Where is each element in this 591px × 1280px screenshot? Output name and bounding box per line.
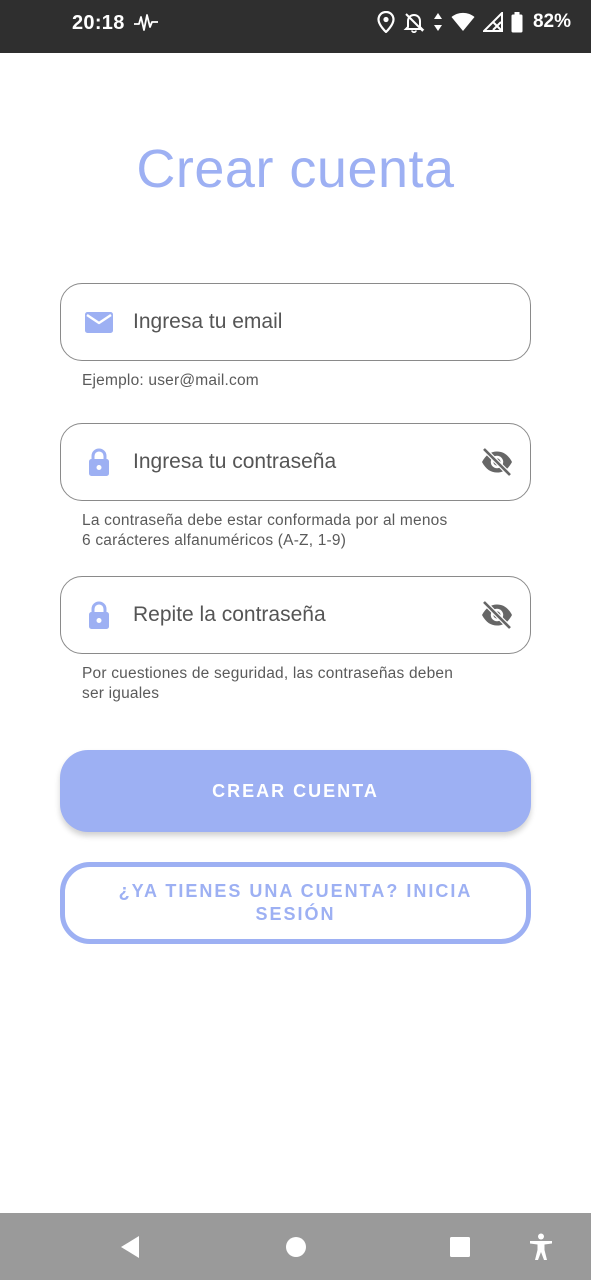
battery-icon [511, 11, 523, 32]
email-input[interactable] [133, 284, 463, 360]
recents-icon[interactable] [449, 1236, 471, 1258]
repeat-password-helper-text: Por cuestiones de seguridad, las contras… [82, 664, 522, 704]
login-label-line-2: SESIÓN [255, 904, 336, 924]
data-arrows-icon [433, 13, 442, 31]
status-bar: 20:18 82% [0, 0, 591, 53]
page-title: Crear cuenta [136, 139, 455, 199]
password-input[interactable] [133, 424, 463, 500]
accessibility-icon[interactable] [528, 1233, 554, 1261]
visibility-off-icon[interactable] [480, 445, 514, 479]
repeat-password-helper-line-2: ser iguales [82, 685, 160, 702]
signal-off-icon [482, 12, 503, 32]
notifications-off-icon [403, 13, 425, 33]
repeat-password-field[interactable] [60, 576, 531, 654]
wifi-icon [451, 12, 475, 31]
create-account-label: CREAR CUENTA [212, 780, 379, 801]
email-helper-text: Ejemplo: user@mail.com [82, 372, 259, 389]
navigation-bar [0, 1213, 591, 1280]
mail-icon [85, 312, 113, 333]
password-helper-text: La contraseña debe estar conformada por … [82, 511, 522, 551]
email-field[interactable] [60, 283, 531, 361]
repeat-password-helper-line-1: Por cuestiones de seguridad, las contras… [82, 665, 454, 682]
home-icon[interactable] [285, 1236, 307, 1258]
repeat-password-input[interactable] [133, 577, 463, 653]
location-icon [377, 11, 395, 33]
lock-icon [89, 601, 109, 629]
create-account-button[interactable]: CREAR CUENTA [60, 750, 531, 832]
lock-icon [89, 448, 109, 476]
activity-pulse-icon [134, 14, 158, 31]
password-helper-line-1: La contraseña debe estar conformada por … [82, 512, 448, 529]
status-time: 20:18 [72, 12, 125, 34]
status-icons: 82% [377, 11, 571, 33]
password-field[interactable] [60, 423, 531, 501]
login-link-button[interactable]: ¿YA TIENES UNA CUENTA? INICIA SESIÓN [60, 862, 531, 944]
password-helper-line-2: 6 carácteres alfanuméricos (A-Z, 1-9) [82, 532, 347, 549]
visibility-off-icon[interactable] [480, 598, 514, 632]
back-icon[interactable] [119, 1235, 141, 1259]
login-label-line-1: ¿YA TIENES UNA CUENTA? INICIA [118, 881, 473, 901]
battery-percentage: 82% [532, 11, 571, 32]
